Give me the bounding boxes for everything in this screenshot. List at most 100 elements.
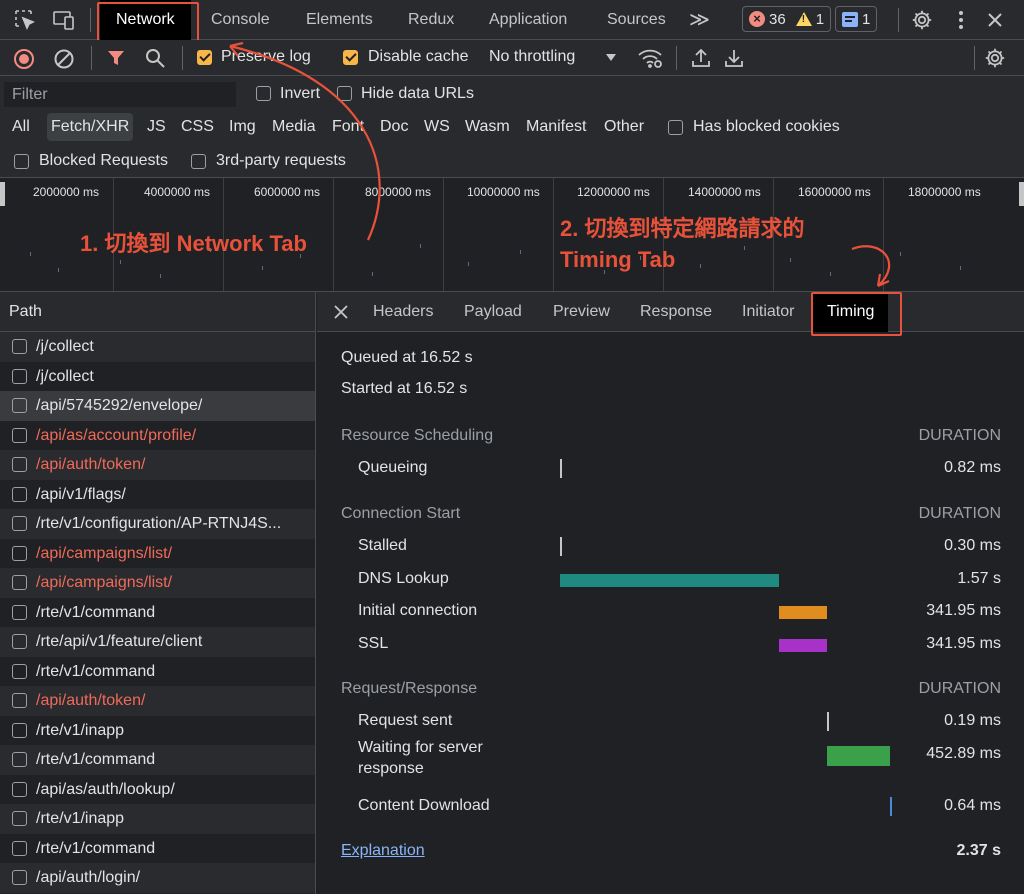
tab-console[interactable]: Console xyxy=(211,0,270,40)
overview-right-handle[interactable] xyxy=(1019,182,1024,206)
export-har-download-icon[interactable] xyxy=(724,47,744,69)
request-row-checkbox[interactable] xyxy=(12,663,27,679)
type-filter-js[interactable]: JS xyxy=(143,113,170,141)
clear-icon[interactable] xyxy=(53,48,75,70)
request-row[interactable]: /api/auth/token/ xyxy=(0,450,315,480)
type-filter-all[interactable]: All xyxy=(8,113,34,141)
request-row-checkbox[interactable] xyxy=(12,486,27,502)
request-row-checkbox[interactable] xyxy=(12,752,27,767)
type-filter-other[interactable]: Other xyxy=(600,113,648,141)
request-row-checkbox[interactable] xyxy=(12,457,27,472)
disable-cache-checkbox[interactable] xyxy=(343,50,358,65)
preserve-log-checkbox[interactable] xyxy=(197,50,212,65)
type-filter-fetch-xhr[interactable]: Fetch/XHR xyxy=(47,113,134,141)
request-row[interactable]: /api/as/account/profile/ xyxy=(0,421,315,451)
filter-input[interactable] xyxy=(4,82,236,107)
error-badge[interactable]: × 36 1 xyxy=(742,6,832,32)
request-row[interactable]: /rte/v1/command xyxy=(0,657,315,687)
request-row[interactable]: /rte/v1/command xyxy=(0,598,315,628)
close-devtools-icon[interactable] xyxy=(986,11,1004,29)
close-detail-icon[interactable] xyxy=(333,304,349,320)
timing-bar[interactable] xyxy=(560,573,780,587)
request-row-checkbox[interactable] xyxy=(12,339,27,354)
network-conditions-wifi-icon[interactable] xyxy=(637,47,663,69)
inspect-element-icon[interactable] xyxy=(14,9,36,31)
request-row[interactable]: /api/campaigns/list/ xyxy=(0,568,315,598)
overview-left-handle[interactable] xyxy=(0,182,5,206)
tab-payload[interactable]: Payload xyxy=(464,292,522,332)
request-row-checkbox[interactable] xyxy=(12,693,27,708)
hide-data-urls-checkbox[interactable] xyxy=(337,86,352,101)
timing-bar[interactable] xyxy=(779,606,828,619)
kebab-menu-icon[interactable] xyxy=(953,10,969,30)
type-filter-font[interactable]: Font xyxy=(328,113,368,141)
tab-elements[interactable]: Elements xyxy=(306,0,373,40)
request-row-checkbox[interactable] xyxy=(12,781,27,797)
tab-application[interactable]: Application xyxy=(489,0,567,40)
explanation-link[interactable]: Explanation xyxy=(341,842,425,860)
search-icon[interactable] xyxy=(144,47,166,69)
record-stop-icon[interactable] xyxy=(13,48,35,70)
request-row-checkbox[interactable] xyxy=(12,368,27,384)
tab-sources[interactable]: Sources xyxy=(607,0,666,40)
type-filter-css[interactable]: CSS xyxy=(177,113,218,141)
path-column-header[interactable]: Path xyxy=(0,292,315,332)
request-row[interactable]: /rte/v1/configuration/AP-RTNJ4S... xyxy=(0,509,315,539)
tab-headers[interactable]: Headers xyxy=(373,292,433,332)
request-row-checkbox[interactable] xyxy=(12,722,27,738)
request-row[interactable]: /api/5745292/envelope/ xyxy=(0,391,315,421)
request-row-checkbox[interactable] xyxy=(12,398,27,413)
timing-bar[interactable] xyxy=(827,745,891,766)
started-at: Started at 16.52 s xyxy=(341,380,468,397)
blocked-requests-checkbox[interactable] xyxy=(14,154,29,169)
device-toolbar-icon[interactable] xyxy=(52,9,76,31)
tab-initiator[interactable]: Initiator xyxy=(742,292,794,332)
request-row[interactable]: /j/collect xyxy=(0,332,315,362)
request-row[interactable]: /rte/v1/inapp xyxy=(0,804,315,834)
type-filter-doc[interactable]: Doc xyxy=(376,113,412,141)
timing-bar[interactable] xyxy=(827,712,830,731)
type-filter-img[interactable]: Img xyxy=(225,113,260,141)
throttling-select[interactable]: No throttling xyxy=(489,48,575,66)
timing-bar[interactable] xyxy=(560,459,562,478)
request-row[interactable]: /rte/api/v1/feature/client xyxy=(0,627,315,657)
settings-gear-icon[interactable] xyxy=(911,9,933,31)
type-filter-media[interactable]: Media xyxy=(268,113,320,141)
type-filter-manifest[interactable]: Manifest xyxy=(522,113,590,141)
request-row-checkbox[interactable] xyxy=(12,811,27,826)
timing-bar[interactable] xyxy=(890,796,892,816)
request-row[interactable]: /api/auth/login/ xyxy=(0,863,315,893)
request-row[interactable]: /api/as/auth/lookup/ xyxy=(0,775,315,805)
request-row-checkbox[interactable] xyxy=(12,870,27,885)
request-row-checkbox[interactable] xyxy=(12,545,27,561)
timing-bar[interactable] xyxy=(779,638,828,652)
has-blocked-cookies-checkbox[interactable] xyxy=(668,120,683,135)
third-party-requests-checkbox[interactable] xyxy=(191,154,206,169)
request-row[interactable]: /rte/v1/inapp xyxy=(0,716,315,746)
request-row[interactable]: /j/collect xyxy=(0,362,315,392)
filter-funnel-icon[interactable] xyxy=(106,48,126,68)
request-row-checkbox[interactable] xyxy=(12,516,27,531)
tab-response[interactable]: Response xyxy=(640,292,712,332)
timing-bar[interactable] xyxy=(560,537,562,556)
request-row[interactable]: /api/v1/flags/ xyxy=(0,480,315,510)
tab-redux[interactable]: Redux xyxy=(408,0,454,40)
request-row-checkbox[interactable] xyxy=(12,427,27,443)
import-har-upload-icon[interactable] xyxy=(691,47,711,69)
tab-preview[interactable]: Preview xyxy=(553,292,610,332)
request-row[interactable]: /api/campaigns/list/ xyxy=(0,539,315,569)
network-settings-gear-icon[interactable] xyxy=(984,47,1006,69)
request-row[interactable]: /rte/v1/command xyxy=(0,745,315,775)
type-filter-wasm[interactable]: Wasm xyxy=(461,113,514,141)
request-row-checkbox[interactable] xyxy=(12,840,27,856)
request-row-checkbox[interactable] xyxy=(12,575,27,590)
request-row[interactable]: /api/auth/token/ xyxy=(0,686,315,716)
more-tabs-chevron-icon[interactable]: ≫ xyxy=(689,0,710,40)
request-row-checkbox[interactable] xyxy=(12,634,27,649)
invert-checkbox[interactable] xyxy=(256,86,271,101)
dropdown-caret-icon[interactable] xyxy=(605,53,617,63)
message-badge[interactable]: 1 xyxy=(835,6,878,32)
type-filter-ws[interactable]: WS xyxy=(420,113,454,141)
request-row-checkbox[interactable] xyxy=(12,604,27,620)
request-row[interactable]: /rte/v1/command xyxy=(0,834,315,864)
